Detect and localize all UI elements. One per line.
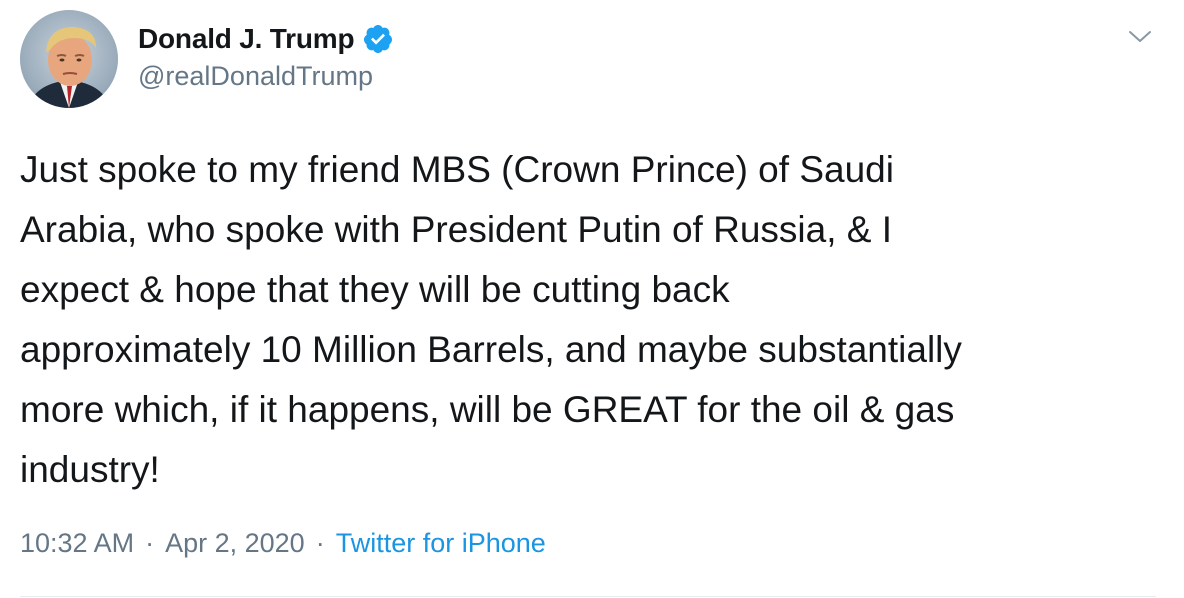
tweet-time[interactable]: 10:32 AM: [20, 528, 134, 559]
verified-badge-icon: [362, 23, 394, 55]
handle[interactable]: @realDonaldTrump: [138, 61, 394, 92]
meta-separator: ·: [145, 528, 155, 558]
name-row: Donald J. Trump: [138, 20, 394, 58]
avatar-image: [20, 10, 118, 108]
tweet-meta: 10:32 AM · Apr 2, 2020 · Twitter for iPh…: [20, 528, 546, 559]
meta-separator: ·: [315, 528, 325, 558]
tweet-date[interactable]: Apr 2, 2020: [165, 528, 305, 559]
divider: [20, 596, 1156, 597]
avatar[interactable]: [20, 10, 118, 108]
display-name[interactable]: Donald J. Trump: [138, 23, 355, 55]
tweet-source-link[interactable]: Twitter for iPhone: [336, 528, 546, 559]
author-info[interactable]: Donald J. Trump @realDonaldTrump: [138, 20, 394, 92]
tweet-card: Donald J. Trump @realDonaldTrump Just sp…: [0, 0, 1184, 598]
chevron-down-icon[interactable]: [1124, 20, 1156, 52]
tweet-text: Just spoke to my friend MBS (Crown Princ…: [20, 149, 962, 490]
